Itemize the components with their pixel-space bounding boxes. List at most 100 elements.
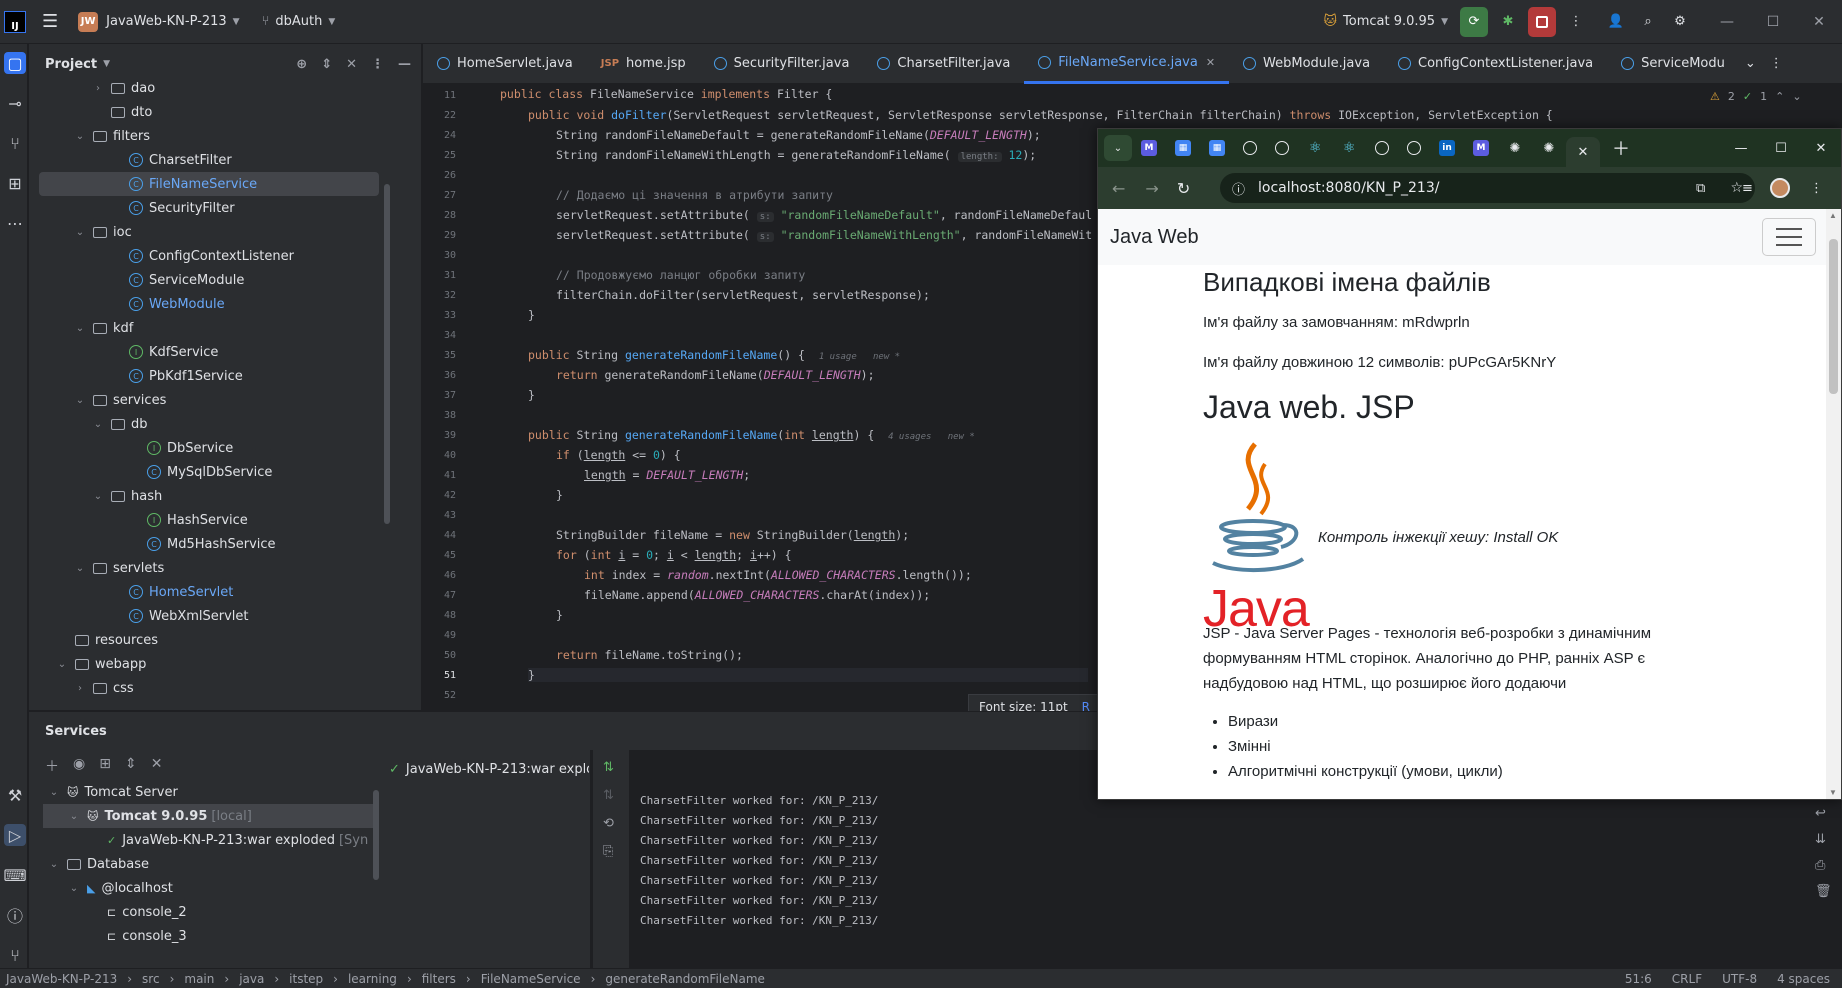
view-options-icon[interactable]: ◉ bbox=[73, 756, 85, 776]
expand-all-icon[interactable]: ⇕ bbox=[321, 57, 332, 72]
services-tree-item[interactable]: ⊏ console_2 bbox=[43, 900, 373, 924]
chevron-down-icon[interactable]: ⌄ bbox=[73, 563, 87, 574]
project-switcher[interactable]: JW JavaWeb-KN-P-213 ▼ bbox=[70, 7, 247, 37]
tree-item-servicemodule[interactable]: C ServiceModule bbox=[39, 268, 379, 292]
expand-icon[interactable]: ⇕ bbox=[125, 756, 137, 776]
tree-item-webmodule[interactable]: C WebModule bbox=[39, 292, 379, 316]
build-hammer-icon[interactable]: ⚒ bbox=[4, 784, 26, 806]
refresh-icon[interactable]: ⟲ bbox=[603, 816, 614, 831]
scroll-up-arrow-icon[interactable]: ▲ bbox=[1829, 211, 1837, 220]
tab-m-icon[interactable]: M bbox=[1141, 140, 1157, 156]
tab-doc-icon[interactable]: ▦ bbox=[1175, 140, 1191, 156]
services-tree-item[interactable]: ⊏ console_3 bbox=[43, 924, 373, 948]
commit-icon[interactable]: ⊸ bbox=[4, 92, 26, 114]
navbar-toggler[interactable] bbox=[1762, 218, 1816, 256]
chevron-down-icon[interactable]: ▼ bbox=[103, 59, 110, 69]
minimize-icon[interactable]: — bbox=[1704, 0, 1750, 44]
breadcrumb-item[interactable]: learning bbox=[348, 972, 397, 986]
more-actions-icon[interactable]: ⋮ bbox=[1562, 7, 1590, 37]
scroll-thumb[interactable] bbox=[1829, 239, 1838, 394]
deploy-item[interactable]: ✓ JavaWeb-KN-P-213:war explo bbox=[389, 762, 589, 777]
editor-tab[interactable]: HomeServlet.java bbox=[423, 44, 587, 84]
scroll-down-arrow-icon[interactable]: ▼ bbox=[1829, 788, 1837, 797]
breadcrumb-item[interactable]: generateRandomFileName bbox=[605, 972, 765, 986]
rerun-button[interactable]: ⟳ bbox=[1460, 6, 1488, 37]
more-tools-icon[interactable]: ⋯ bbox=[4, 212, 26, 234]
tree-item-css[interactable]: › css bbox=[39, 676, 379, 700]
tab-m-icon[interactable]: M bbox=[1473, 140, 1489, 156]
chevron-down-icon[interactable]: ⌄ bbox=[91, 491, 105, 502]
tree-item-configcontextlistener[interactable]: C ConfigContextListener bbox=[39, 244, 379, 268]
log-settings-icon[interactable]: ⎘ bbox=[603, 844, 613, 859]
main-menu-icon[interactable]: ☰ bbox=[34, 7, 66, 37]
breadcrumb-item[interactable]: itstep bbox=[289, 972, 323, 986]
breadcrumb-item[interactable]: src bbox=[142, 972, 160, 986]
deploy-icon[interactable]: ⇅ bbox=[603, 760, 614, 775]
scroll-to-end-icon[interactable]: ⇊ bbox=[1815, 832, 1826, 847]
profile-avatar[interactable] bbox=[1770, 178, 1790, 198]
git-icon[interactable]: ⑂ bbox=[4, 944, 26, 966]
reload-icon[interactable]: ↻ bbox=[1177, 179, 1190, 198]
chevron-right-icon[interactable]: › bbox=[91, 83, 105, 94]
tab-list-icon[interactable]: ⌄ bbox=[1104, 135, 1132, 161]
page-scrollbar[interactable]: ▲ ▼ bbox=[1826, 209, 1841, 799]
tree-item-md5hashservice[interactable]: C Md5HashService bbox=[39, 532, 379, 556]
undeploy-icon[interactable]: ⇅ bbox=[603, 788, 614, 803]
inspection-widget[interactable]: ⚠ 2 ✓ 1 ⌃ ⌄ bbox=[1710, 90, 1802, 103]
services-tree-item[interactable]: ⌄ 🐱 Tomcat Server bbox=[43, 780, 373, 804]
close-window-icon[interactable]: ✕ bbox=[1801, 141, 1841, 156]
tree-item-securityfilter[interactable]: C SecurityFilter bbox=[39, 196, 379, 220]
editor-tab[interactable]: ConfigContextListener.java bbox=[1384, 44, 1607, 84]
tab-globe-icon[interactable] bbox=[1375, 141, 1389, 155]
branch-switcher[interactable]: ⑂ dbAuth ▼ bbox=[254, 7, 344, 37]
indent-setting[interactable]: 4 spaces bbox=[1777, 972, 1830, 986]
locate-icon[interactable]: ⊕ bbox=[296, 57, 307, 72]
editor-tab[interactable]: FileNameService.java ✕ bbox=[1024, 43, 1230, 84]
chevron-down-icon[interactable]: ⌄ bbox=[73, 323, 87, 334]
chevron-down-icon[interactable]: ⌄ bbox=[73, 227, 87, 238]
chevron-down-icon[interactable]: ⌄ bbox=[55, 659, 69, 670]
site-info-icon[interactable]: ⓘ bbox=[1232, 179, 1245, 198]
chevron-down-icon[interactable]: ⌄ bbox=[73, 131, 87, 142]
app-logo-icon[interactable]: IJ bbox=[4, 10, 26, 33]
chevron-down-icon[interactable]: ⌄ bbox=[91, 419, 105, 430]
caret-position[interactable]: 51:6 bbox=[1625, 972, 1652, 986]
chevron-down-icon[interactable]: ⌄ bbox=[67, 811, 81, 822]
services-tree-item[interactable]: ⌄ 🐱 Tomcat 9.0.95 [local] bbox=[43, 804, 373, 828]
editor-tab[interactable]: CharsetFilter.java bbox=[863, 44, 1024, 84]
editor-tab[interactable]: JSP home.jsp bbox=[587, 44, 700, 84]
chevron-down-icon[interactable]: ⌄ bbox=[67, 883, 81, 894]
media-icon[interactable]: ≡ bbox=[1742, 181, 1753, 196]
tree-item-pbkdf1service[interactable]: C PbKdf1Service bbox=[39, 364, 379, 388]
settings-gear-icon[interactable]: ⚙ bbox=[1664, 7, 1696, 37]
tree-item-kdf[interactable]: ⌄ kdf bbox=[39, 316, 379, 340]
forward-icon[interactable]: → bbox=[1145, 179, 1158, 198]
line-separator[interactable]: CRLF bbox=[1672, 972, 1702, 986]
search-icon[interactable]: ⌕ bbox=[1632, 7, 1664, 37]
active-tab[interactable]: ✕ bbox=[1566, 137, 1600, 167]
minimize-icon[interactable]: — bbox=[1721, 141, 1761, 156]
print-icon[interactable]: ⎙ bbox=[1815, 858, 1825, 873]
extensions-icon[interactable]: ⧉ bbox=[1696, 181, 1705, 196]
new-tab-icon[interactable]: ＋ bbox=[1612, 135, 1630, 161]
tree-item-mysqldbservice[interactable]: C MySqlDbService bbox=[39, 460, 379, 484]
tab-react-icon[interactable]: ⚛ bbox=[1307, 140, 1323, 156]
tree-item-dto[interactable]: dto bbox=[39, 100, 379, 124]
editor-tab[interactable]: SecurityFilter.java bbox=[700, 44, 864, 84]
run-config-selector[interactable]: 🐱 Tomcat 9.0.95 ▼ bbox=[1315, 7, 1456, 37]
chevron-right-icon[interactable]: › bbox=[73, 683, 87, 694]
tree-item-hash[interactable]: ⌄ hash bbox=[39, 484, 379, 508]
tab-doc-icon[interactable]: ▦ bbox=[1209, 140, 1225, 156]
file-encoding[interactable]: UTF-8 bbox=[1722, 972, 1757, 986]
breadcrumb-item[interactable]: java bbox=[239, 972, 264, 986]
address-bar[interactable]: ⓘ localhost:8080/KN_P_213/ ☆ bbox=[1220, 173, 1755, 203]
soft-wrap-icon[interactable]: ↩ bbox=[1815, 806, 1826, 821]
debug-button[interactable]: ✱ bbox=[1494, 7, 1522, 37]
options-icon[interactable]: ⋮ bbox=[371, 57, 384, 72]
services-tree-item[interactable]: ⌄ Database bbox=[43, 852, 373, 876]
project-folder-icon[interactable]: ▢ bbox=[4, 52, 26, 74]
close-window-icon[interactable]: ✕ bbox=[1796, 0, 1842, 44]
collapse-icon[interactable]: ✕ bbox=[151, 756, 163, 776]
new-group-icon[interactable]: ⊞ bbox=[99, 756, 111, 776]
stop-button[interactable] bbox=[1528, 6, 1556, 37]
